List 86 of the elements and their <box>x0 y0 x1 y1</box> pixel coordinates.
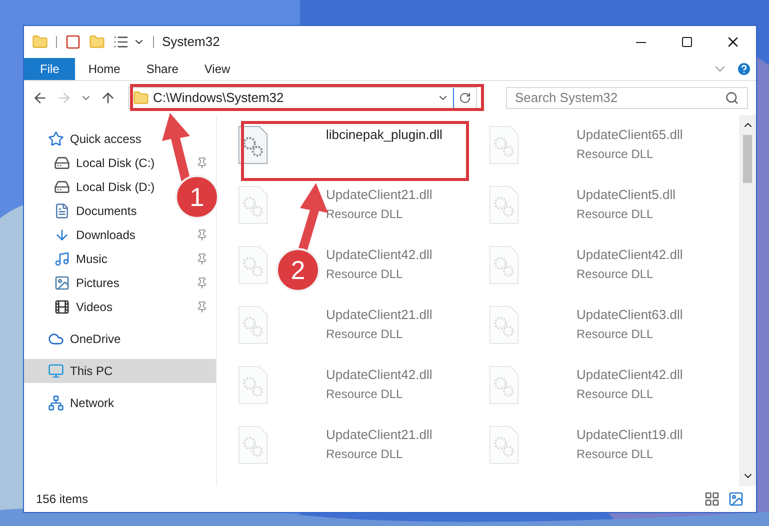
file-type: Resource DLL <box>326 386 404 402</box>
sidebar-item[interactable]: Quick access <box>24 127 216 151</box>
file-type: Resource DLL <box>576 446 654 462</box>
file-name[interactable]: UpdateClient19.dll <box>576 425 683 444</box>
file-name[interactable]: UpdateClient5.dll <box>576 185 676 204</box>
file-type: Resource DLL <box>576 326 654 342</box>
pin-icon[interactable] <box>196 229 208 241</box>
sidebar-label: Network <box>70 395 114 412</box>
sidebar-item[interactable]: Downloads <box>76 226 136 244</box>
sidebar-item[interactable]: Videos <box>76 298 112 316</box>
network-icon <box>48 395 64 411</box>
file-name[interactable]: UpdateClient42.dll <box>326 365 432 384</box>
sidebar-item[interactable]: This PC <box>24 359 216 383</box>
pin-icon[interactable] <box>196 157 208 169</box>
search-field[interactable]: Search System32 <box>506 87 748 109</box>
monitor-icon <box>48 363 64 379</box>
maximize-icon <box>681 36 693 48</box>
search-icon[interactable] <box>725 91 739 105</box>
file-type: Resource DLL <box>576 206 654 222</box>
item-count: 156 items <box>36 491 88 508</box>
cloud-icon <box>48 331 64 347</box>
folder-icon <box>32 34 48 50</box>
hard-drive-icon <box>54 179 70 195</box>
pin-icon[interactable] <box>196 253 208 265</box>
scrollbar-thumb[interactable] <box>743 135 752 183</box>
ribbon-tab[interactable]: Home <box>75 58 134 80</box>
settings-file-icon <box>488 245 518 285</box>
sidebar-item[interactable]: Local Disk (D:) <box>76 178 155 196</box>
search-input[interactable]: Search System32 <box>515 88 725 108</box>
sidebar-item[interactable]: OneDrive <box>24 327 216 351</box>
file-name[interactable]: UpdateClient42.dll <box>576 365 683 384</box>
sidebar-label: OneDrive <box>70 331 121 348</box>
file-name[interactable]: UpdateClient21.dll <box>326 425 432 444</box>
pin-icon[interactable] <box>196 301 208 313</box>
settings-file-icon <box>238 305 268 345</box>
window-title: System32 <box>162 33 220 52</box>
file-type: Resource DLL <box>576 386 654 402</box>
file-type: Resource DLL <box>326 326 404 342</box>
settings-file-icon <box>238 365 268 405</box>
back-icon[interactable] <box>32 90 48 106</box>
document-icon <box>54 203 70 219</box>
pin-icon[interactable] <box>196 277 208 289</box>
scrollbar[interactable] <box>739 115 756 486</box>
folder-icon <box>133 90 149 106</box>
film-icon <box>54 299 70 315</box>
sidebar-item[interactable]: Network <box>24 391 216 415</box>
file-type: Resource DLL <box>576 146 654 162</box>
refresh-icon[interactable] <box>459 92 471 104</box>
view-icon[interactable] <box>113 34 129 50</box>
sidebar-label: This PC <box>70 363 113 380</box>
address-path: C:\Windows\System32 <box>153 89 284 108</box>
file-type: Resource DLL <box>326 206 404 222</box>
large-icons-view-icon[interactable] <box>728 491 744 507</box>
sidebar-item[interactable]: Documents <box>76 202 137 220</box>
ribbon-tab[interactable]: File <box>24 58 76 80</box>
sidebar-label: Quick access <box>70 131 142 148</box>
settings-file-icon <box>488 125 518 165</box>
settings-file-icon <box>488 305 518 345</box>
hard-drive-icon <box>54 155 70 171</box>
music-note-icon <box>54 251 70 267</box>
file-type: Resource DLL <box>326 446 404 462</box>
settings-file-icon <box>488 185 518 225</box>
star-icon <box>48 131 64 147</box>
settings-file-icon <box>238 245 268 285</box>
sidebar-item[interactable]: Pictures <box>76 274 120 292</box>
help-icon[interactable] <box>736 61 752 77</box>
file-name[interactable]: UpdateClient21.dll <box>326 185 432 204</box>
file-name[interactable]: UpdateClient21.dll <box>326 305 432 324</box>
file-name[interactable]: UpdateClient65.dll <box>576 125 683 144</box>
settings-file-icon <box>238 425 268 465</box>
settings-file-icon <box>488 425 518 465</box>
file-name[interactable]: UpdateClient42.dll <box>326 245 432 264</box>
ribbon-tab[interactable]: View <box>191 58 244 80</box>
details-view-icon[interactable] <box>704 491 720 507</box>
sidebar-item[interactable]: Local Disk (C:) <box>76 154 155 172</box>
settings-file-icon <box>488 365 518 405</box>
ribbon-tab[interactable]: Share <box>133 58 192 80</box>
file-name[interactable]: libcinepak_plugin.dll <box>326 125 442 144</box>
up-icon[interactable] <box>100 90 116 106</box>
file-type: Resource DLL <box>576 266 654 282</box>
image-icon <box>54 275 70 291</box>
settings-file-icon <box>238 185 268 225</box>
sidebar-item[interactable]: Music <box>76 250 108 268</box>
file-name[interactable]: UpdateClient63.dll <box>576 305 683 324</box>
file-name[interactable]: UpdateClient42.dll <box>576 245 683 264</box>
file-type: Resource DLL <box>326 266 404 282</box>
